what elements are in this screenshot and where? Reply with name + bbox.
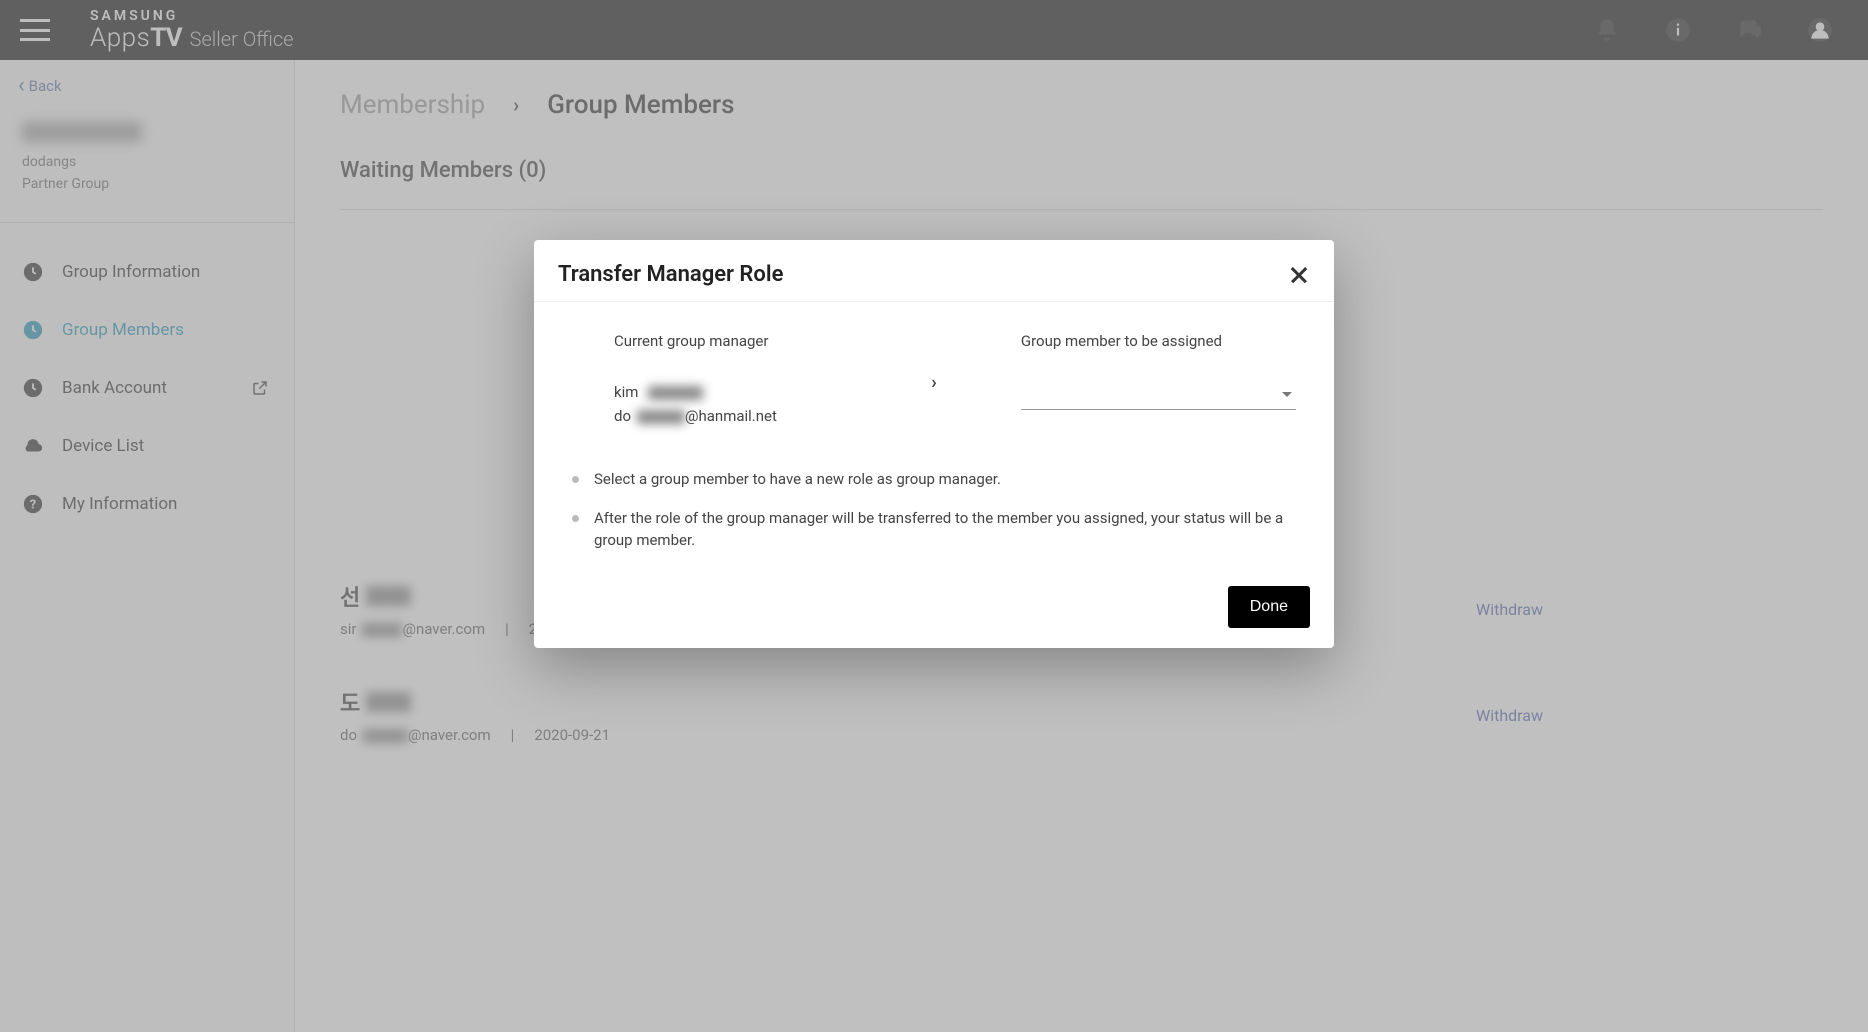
assign-member-dropdown[interactable]	[1021, 380, 1296, 410]
chevron-down-icon	[1282, 392, 1292, 397]
modal-overlay[interactable]: Transfer Manager Role Current group mana…	[0, 0, 1868, 1032]
assign-member-label: Group member to be assigned	[1021, 332, 1296, 350]
chevron-right-icon: ›	[931, 372, 936, 393]
modal-title: Transfer Manager Role	[558, 262, 783, 287]
done-button[interactable]: Done	[1228, 586, 1310, 628]
modal-info-bullet: After the role of the group manager will…	[572, 507, 1296, 552]
current-manager-name: kim	[614, 380, 847, 404]
current-manager-email: do@hanmail.net	[614, 404, 847, 428]
close-icon[interactable]	[1288, 264, 1310, 286]
current-manager-label: Current group manager	[614, 332, 847, 350]
transfer-manager-modal: Transfer Manager Role Current group mana…	[534, 240, 1334, 648]
modal-info-bullet: Select a group member to have a new role…	[572, 468, 1296, 491]
